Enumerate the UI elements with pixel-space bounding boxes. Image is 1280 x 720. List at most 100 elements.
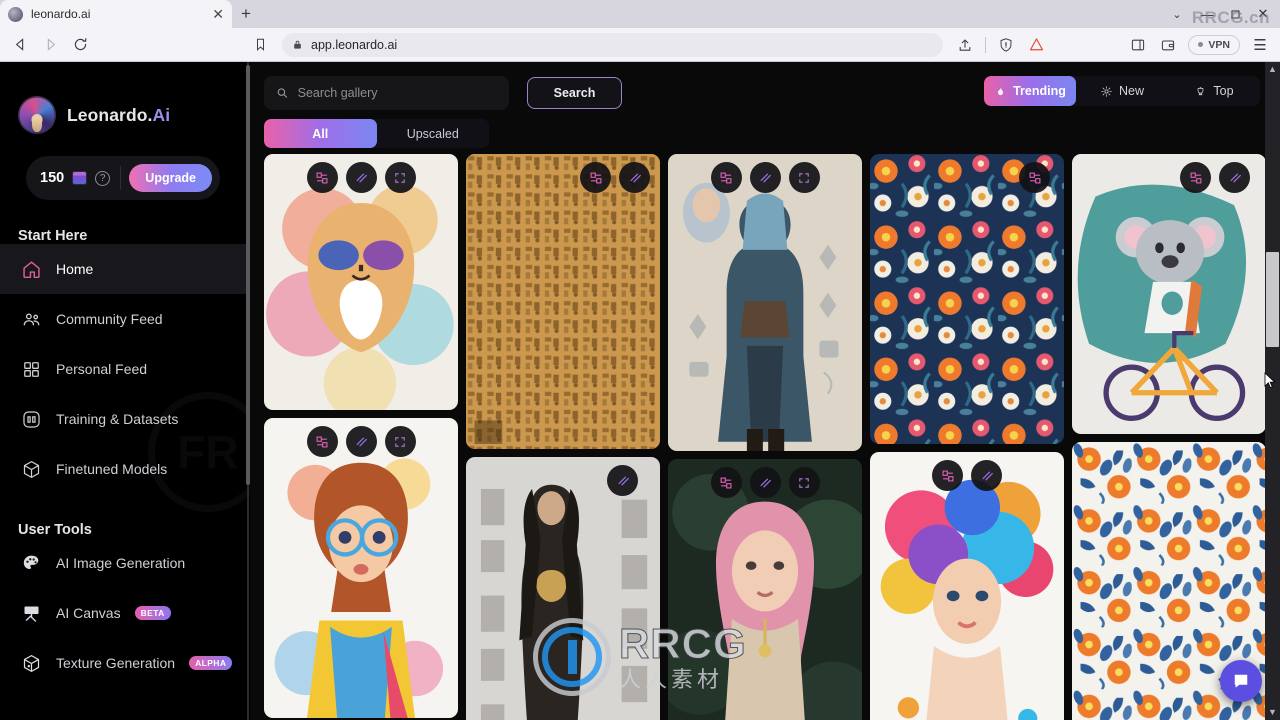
easel-icon [20, 602, 42, 624]
gallery-card-orange-blue-floral-pattern[interactable] [870, 154, 1064, 444]
back-icon[interactable] [6, 31, 34, 59]
badge-alpha: ALPHA [189, 656, 233, 670]
scroll-up-arrow[interactable]: ▲ [1267, 64, 1278, 75]
reload-icon[interactable] [66, 31, 94, 59]
remix-icon[interactable] [1019, 162, 1050, 193]
card-action-buttons [870, 460, 1064, 491]
vpn-label: VPN [1208, 38, 1230, 51]
gallery-columns [264, 154, 1266, 720]
gallery-card-girl-blue-glasses-colorful[interactable] [264, 418, 458, 718]
expand-icon[interactable] [384, 162, 416, 193]
gallery-card-dark-fantasy-woman-concept-sheet[interactable] [466, 457, 660, 720]
url-text: app.leonardo.ai [311, 37, 398, 52]
address-bar[interactable]: app.leonardo.ai [282, 32, 944, 57]
variations-icon[interactable] [607, 465, 638, 496]
variations-icon[interactable] [345, 162, 377, 193]
training-icon [20, 408, 42, 430]
brand[interactable]: Leonardo.Ai [0, 62, 250, 134]
sidebar-item-label: Community Feed [56, 311, 163, 327]
gallery-card-rainbow-hair-woman-portrait[interactable] [870, 452, 1064, 720]
sidebar-item-community-feed[interactable]: Community Feed [0, 294, 250, 344]
sidebar-item-personal-feed[interactable]: Personal Feed [0, 344, 250, 394]
remix-icon[interactable] [580, 162, 611, 193]
brave-logo-icon[interactable] [1022, 31, 1050, 59]
search-icon [277, 88, 288, 98]
home-icon [20, 258, 42, 280]
card-action-buttons [668, 162, 862, 193]
chevron-down-icon[interactable]: ⌄ [1162, 0, 1192, 28]
intercom-chat-icon[interactable] [1220, 660, 1262, 702]
brave-shields-icon[interactable] [992, 31, 1020, 59]
variations-icon[interactable] [971, 460, 1002, 491]
grid-icon [20, 358, 42, 380]
sidebar-item-home[interactable]: Home [0, 244, 250, 294]
expand-icon[interactable] [788, 162, 820, 193]
credit-amount: 150 [40, 170, 65, 186]
search-input-wrapper[interactable] [264, 76, 509, 110]
sidebar-item-ai-image-generation[interactable]: AI Image Generation [0, 538, 250, 588]
tab-new[interactable]: New [1076, 76, 1168, 106]
cube-icon [20, 458, 42, 480]
new-tab-button[interactable]: + [232, 0, 260, 28]
gallery-card-lion-sunglasses-watercolor[interactable] [264, 154, 458, 410]
sidebar-item-finetuned-models[interactable]: Finetuned Models [0, 444, 250, 494]
gallery-card-blue-haired-warrior-character-sheet[interactable] [668, 154, 862, 451]
menu-icon[interactable]: ☰ [1246, 31, 1274, 59]
search-input[interactable] [297, 86, 497, 100]
page-scrollbar-thumb[interactable] [1266, 252, 1279, 347]
remix-icon[interactable] [710, 162, 742, 193]
remix-icon[interactable] [1180, 162, 1211, 193]
remix-icon[interactable] [710, 467, 742, 498]
sidebar-panel-icon[interactable] [1124, 31, 1152, 59]
bookmark-icon[interactable] [246, 31, 274, 59]
expand-icon[interactable] [788, 467, 820, 498]
remix-icon[interactable] [306, 426, 338, 457]
variations-icon[interactable] [749, 162, 781, 193]
tab-upscaled[interactable]: Upscaled [377, 119, 490, 148]
remix-icon[interactable] [306, 162, 338, 193]
close-icon[interactable]: ✕ [212, 7, 224, 21]
search-button[interactable]: Search [527, 77, 622, 109]
sort-label: New [1118, 84, 1144, 98]
vpn-button[interactable]: VPN [1188, 34, 1240, 55]
upgrade-button[interactable]: Upgrade [129, 164, 212, 192]
gallery-column [264, 154, 458, 720]
window-close-button[interactable]: ✕ [1250, 1, 1276, 27]
scroll-down-arrow[interactable]: ▼ [1267, 707, 1278, 718]
card-action-buttons [668, 467, 862, 498]
gallery-card-koala-riding-bicycle[interactable] [1072, 154, 1266, 434]
tab-trending[interactable]: Trending [984, 76, 1076, 106]
variations-icon[interactable] [345, 426, 377, 457]
sort-label: Top [1213, 84, 1234, 98]
page-scrollbar-track[interactable] [1265, 62, 1280, 720]
toolbar-divider [985, 36, 987, 53]
sidebar-item-label: AI Canvas [56, 605, 121, 621]
sidebar-item-ai-canvas[interactable]: AI Canvas BETA [0, 588, 250, 638]
image-gallery [250, 154, 1280, 720]
share-icon[interactable] [951, 31, 979, 59]
expand-icon[interactable] [384, 426, 416, 457]
sidebar-item-texture-generation[interactable]: Texture Generation ALPHA [0, 638, 250, 688]
sort-label: Trending [1013, 84, 1066, 98]
vpn-status-dot [1198, 42, 1204, 47]
gallery-card-egyptian-hieroglyphs-papyrus[interactable] [466, 154, 660, 449]
card-image [264, 418, 458, 718]
remix-icon[interactable] [932, 460, 963, 491]
tab-all[interactable]: All [264, 119, 377, 148]
variations-icon[interactable] [619, 162, 650, 193]
help-icon[interactable]: ? [95, 170, 111, 186]
tab-top[interactable]: Top [1168, 76, 1260, 106]
card-image [466, 457, 660, 720]
maximize-button[interactable] [1222, 1, 1248, 27]
gallery-card-pink-hair-fantasy-portrait[interactable] [668, 459, 862, 720]
gallery-column [668, 154, 862, 720]
minimize-button[interactable]: — [1194, 1, 1220, 27]
brave-wallet-icon[interactable] [1154, 31, 1182, 59]
variations-icon[interactable] [1219, 162, 1250, 193]
brand-name-suffix: Ai [152, 104, 171, 125]
browser-tab[interactable]: leonardo.ai ✕ [0, 0, 232, 28]
sidebar-item-training-datasets[interactable]: Training & Datasets [0, 394, 250, 444]
variations-icon[interactable] [749, 467, 781, 498]
tab-title: leonardo.ai [31, 7, 91, 21]
card-image [870, 452, 1064, 720]
